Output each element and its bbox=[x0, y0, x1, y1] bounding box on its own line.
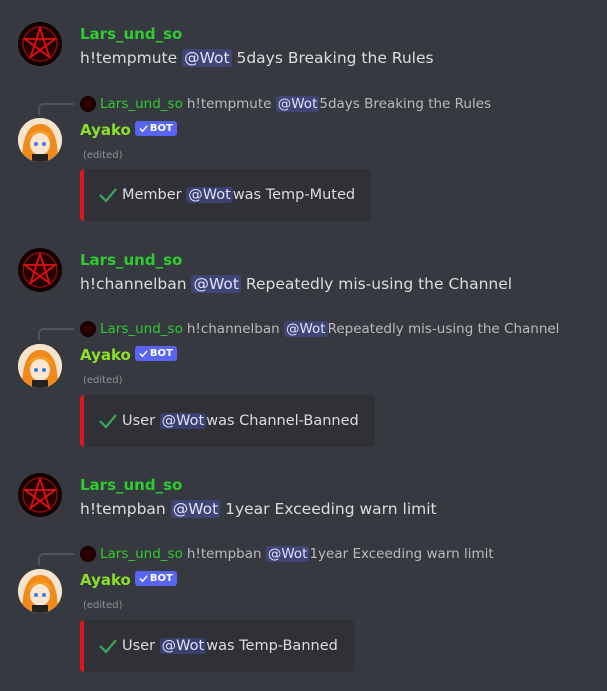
reply-avatar bbox=[80, 96, 96, 112]
embed-mention[interactable]: @Wot bbox=[159, 638, 207, 654]
reply-connector bbox=[38, 103, 74, 115]
embed: User @Wot was Channel-Banned bbox=[80, 395, 375, 447]
bot-badge: BOT bbox=[134, 121, 177, 136]
message-text: h!channelban @Wot Repeatedly mis-using t… bbox=[80, 275, 513, 293]
reply-mention[interactable]: @Wot bbox=[265, 546, 310, 562]
lars-avatar[interactable] bbox=[18, 473, 62, 517]
reply-text-tail: Repeatedly mis-using the Channel bbox=[327, 321, 560, 337]
lars-avatar[interactable] bbox=[18, 248, 62, 292]
edited-label: (edited) bbox=[83, 150, 123, 161]
reply-avatar bbox=[80, 546, 96, 562]
user-mention[interactable]: @Wot bbox=[182, 49, 232, 67]
anime-girl-icon bbox=[18, 344, 62, 388]
reply-text-tail: 1year Exceeding warn limit bbox=[309, 546, 494, 562]
reply-avatar bbox=[80, 321, 96, 337]
message-text: h!tempban @Wot 1year Exceeding warn limi… bbox=[80, 500, 437, 518]
checkmark-icon bbox=[139, 125, 148, 133]
lars-avatar[interactable] bbox=[18, 22, 62, 66]
message-text: h!tempmute @Wot 5days Breaking the Rules bbox=[80, 49, 434, 67]
username[interactable]: Ayako BOT bbox=[80, 571, 177, 589]
edited-label: (edited) bbox=[83, 375, 123, 386]
anime-girl-icon bbox=[18, 118, 62, 162]
bot-badge: BOT bbox=[134, 346, 177, 361]
reply-mention[interactable]: @Wot bbox=[275, 96, 320, 112]
reply-text: h!channelban bbox=[186, 321, 280, 337]
ayako-avatar[interactable] bbox=[18, 118, 62, 162]
checkmark-icon bbox=[99, 414, 117, 429]
embed-mention[interactable]: @Wot bbox=[159, 413, 207, 429]
embed-text-tail: was Temp-Muted bbox=[232, 187, 356, 203]
checkmark-icon bbox=[99, 188, 117, 203]
username[interactable]: Ayako BOT bbox=[80, 121, 177, 139]
embed-text-tail: was Channel-Banned bbox=[206, 413, 359, 429]
embed-text: User bbox=[122, 413, 156, 429]
reply-connector bbox=[38, 553, 74, 565]
user-mention[interactable]: @Wot bbox=[170, 500, 221, 518]
anime-girl-icon bbox=[18, 569, 62, 613]
reply-preview[interactable]: Lars_und_so h!tempmute @Wot 5days Breaki… bbox=[80, 96, 491, 112]
reply-text: h!tempmute bbox=[186, 96, 272, 112]
ayako-avatar[interactable] bbox=[18, 344, 62, 388]
embed-text: User bbox=[122, 638, 156, 654]
username[interactable]: Lars_und_so bbox=[80, 476, 182, 494]
reply-connector bbox=[38, 328, 74, 340]
edited-label: (edited) bbox=[83, 600, 123, 611]
checkmark-icon bbox=[139, 575, 148, 583]
reply-mention[interactable]: @Wot bbox=[283, 321, 328, 337]
reply-username[interactable]: Lars_und_so bbox=[100, 546, 183, 562]
reply-text: h!tempban bbox=[186, 546, 262, 562]
embed: User @Wot was Temp-Banned bbox=[80, 620, 354, 672]
checkmark-icon bbox=[99, 639, 117, 654]
reply-preview[interactable]: Lars_und_so h!tempban @Wot 1year Exceedi… bbox=[80, 546, 494, 562]
reply-preview[interactable]: Lars_und_so h!channelban @Wot Repeatedly… bbox=[80, 321, 559, 337]
ayako-avatar[interactable] bbox=[18, 569, 62, 613]
embed-text: Member bbox=[122, 187, 182, 203]
pentagram-icon bbox=[22, 25, 58, 62]
pentagram-icon bbox=[22, 251, 58, 288]
reply-text-tail: 5days Breaking the Rules bbox=[319, 96, 492, 112]
embed: Member @Wot was Temp-Muted bbox=[80, 169, 372, 221]
username[interactable]: Ayako BOT bbox=[80, 346, 177, 364]
embed-text-tail: was Temp-Banned bbox=[206, 638, 338, 654]
username[interactable]: Lars_und_so bbox=[80, 25, 182, 43]
checkmark-icon bbox=[139, 350, 148, 358]
bot-badge: BOT bbox=[134, 571, 177, 586]
reply-username[interactable]: Lars_und_so bbox=[100, 96, 183, 112]
reply-username[interactable]: Lars_und_so bbox=[100, 321, 183, 337]
username[interactable]: Lars_und_so bbox=[80, 251, 182, 269]
user-mention[interactable]: @Wot bbox=[191, 275, 241, 293]
embed-mention[interactable]: @Wot bbox=[186, 187, 233, 203]
pentagram-icon bbox=[22, 476, 58, 513]
